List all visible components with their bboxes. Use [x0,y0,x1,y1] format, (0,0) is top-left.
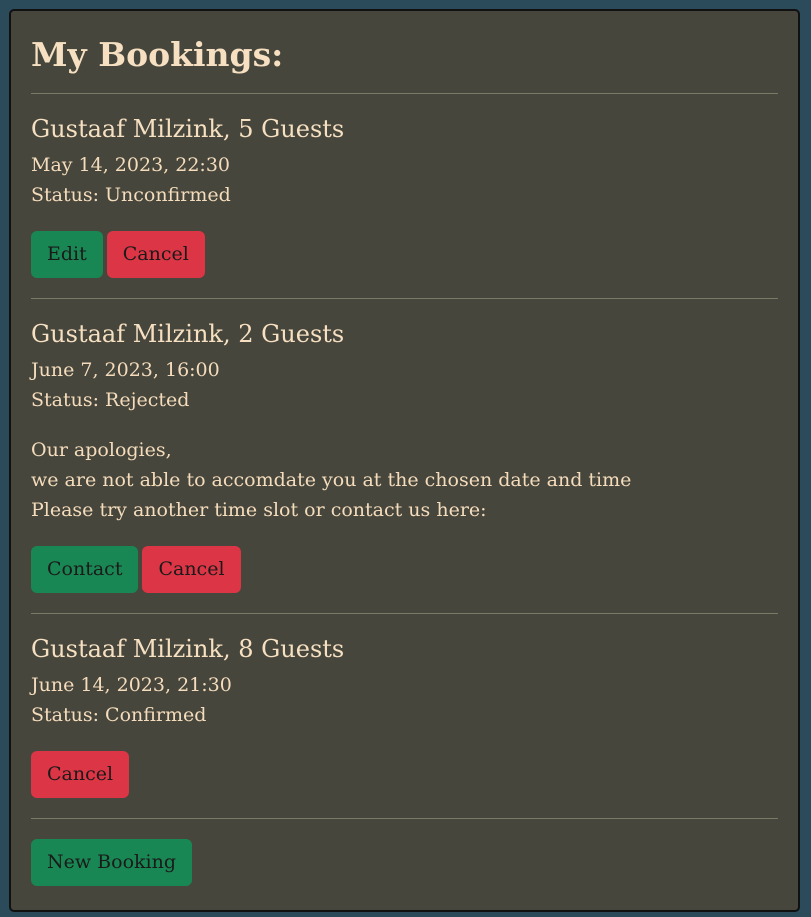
booking-actions: Cancel [31,751,778,818]
booking-card: Gustaaf Milzink, 2 Guests June 7, 2023, … [31,299,778,613]
bookings-panel: My Bookings: Gustaaf Milzink, 5 Guests M… [9,9,800,912]
booking-heading: Gustaaf Milzink, 5 Guests [31,115,345,143]
new-booking-button[interactable]: New Booking [31,839,193,886]
booking-datetime: June 7, 2023, 16:00 [31,359,220,381]
booking-datetime: May 14, 2023, 22:30 [31,154,230,176]
booking-card: Gustaaf Milzink, 8 Guests June 14, 2023,… [31,614,778,818]
booking-actions: Contact Cancel [31,546,778,613]
message-line: Our apologies, [31,439,172,461]
booking-status: Status: Confirmed [31,704,207,726]
booking-heading: Gustaaf Milzink, 8 Guests [31,635,345,663]
page-title: My Bookings: [31,35,284,74]
edit-button[interactable]: Edit [31,231,103,278]
cancel-button[interactable]: Cancel [31,751,130,798]
booking-status: Status: Rejected [31,389,190,411]
booking-card: Gustaaf Milzink, 5 Guests May 14, 2023, … [31,94,778,298]
booking-heading: Gustaaf Milzink, 2 Guests [31,320,345,348]
booking-datetime: June 14, 2023, 21:30 [31,674,232,696]
message-line: we are not able to accomdate you at the … [31,469,632,491]
contact-button[interactable]: Contact [31,546,139,593]
cancel-button[interactable]: Cancel [106,231,205,278]
booking-actions: Edit Cancel [31,231,778,298]
rejection-message: Our apologies, we are not able to accomd… [31,435,778,525]
booking-status: Status: Unconfirmed [31,184,231,206]
message-line: Please try another time slot or contact … [31,499,487,521]
cancel-button[interactable]: Cancel [142,546,241,593]
new-booking-row: New Booking [31,819,778,886]
